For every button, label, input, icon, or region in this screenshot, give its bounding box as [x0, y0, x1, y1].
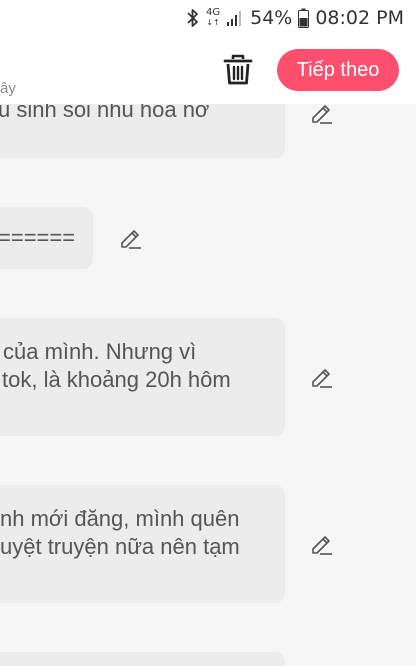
edit-button[interactable]: [119, 226, 143, 250]
delete-button[interactable]: [222, 53, 254, 87]
battery-icon: [298, 8, 310, 28]
message-line: nh mới đăng, mình quên: [0, 506, 240, 531]
status-bar: 4G ↓↑ 54% 08:02 PM: [0, 0, 416, 36]
message-card[interactable]: nh mới đăng, mình quên uyệt truyện nữa n…: [0, 485, 285, 603]
trash-icon: [223, 54, 253, 85]
message-line: của mình. Nhưng vì: [3, 339, 197, 364]
network-type: 4G: [205, 7, 221, 18]
network-indicator: 4G ↓↑: [205, 7, 221, 28]
pencil-icon: [312, 536, 332, 555]
message-line: tok, là khoảng 20h hôm: [2, 367, 231, 392]
app-bar: ây Tiếp theo: [0, 36, 416, 104]
edit-button[interactable]: [310, 532, 334, 556]
message-card[interactable]: u sinh sôi nhu hoa nở: [0, 104, 285, 158]
message-list: u sinh sôi nhu hoa nở ====== của mình. N…: [0, 104, 416, 666]
pencil-icon: [312, 369, 332, 388]
timestamp-fragment: ây: [0, 80, 16, 97]
message-card[interactable]: của mình. Nhưng vì tok, là khoảng 20h hô…: [0, 318, 285, 436]
message-card[interactable]: ======: [0, 207, 93, 269]
clock: 08:02 PM: [315, 7, 404, 29]
message-line: uyệt truyện nữa nên tạm: [0, 534, 240, 559]
next-button[interactable]: Tiếp theo: [277, 49, 399, 91]
pencil-icon: [312, 105, 332, 124]
edit-button[interactable]: [310, 365, 334, 389]
message-line: u sinh sôi nhu hoa nở: [0, 104, 210, 122]
status-icons: 4G ↓↑ 54% 08:02 PM: [186, 7, 404, 29]
battery-percent: 54%: [250, 7, 293, 29]
signal-icon: [227, 11, 242, 26]
message-card[interactable]: [0, 652, 285, 666]
bluetooth-icon: [187, 9, 198, 27]
pencil-icon: [121, 230, 141, 249]
message-line: ======: [0, 225, 76, 250]
edit-button[interactable]: [310, 104, 334, 125]
